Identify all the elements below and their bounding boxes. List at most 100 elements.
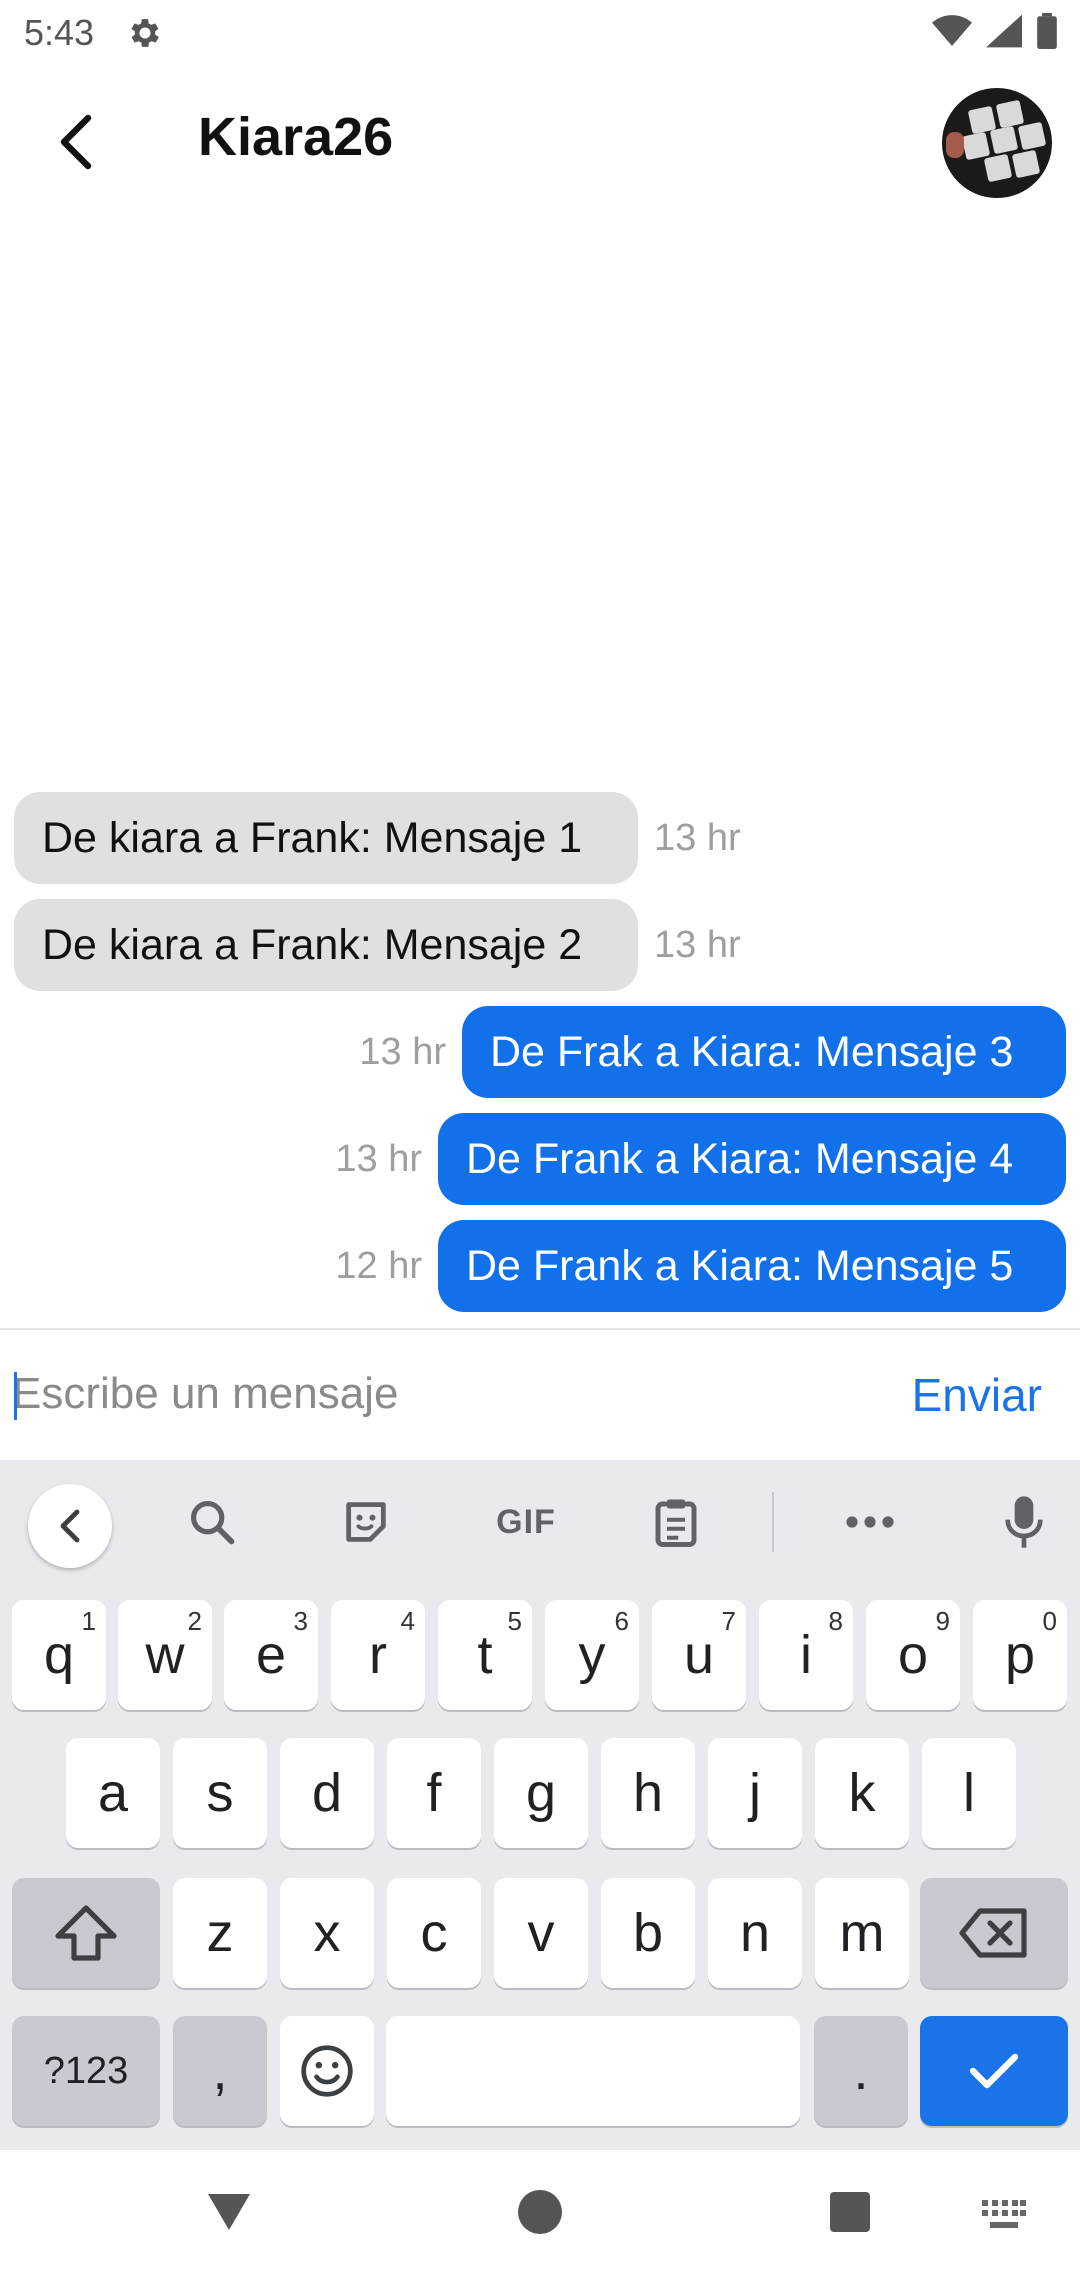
key-p[interactable]: p0 [973,1600,1067,1710]
gif-button[interactable]: GIF [486,1490,566,1554]
shift-key[interactable] [12,1878,160,1988]
backspace-key[interactable] [920,1878,1068,1988]
square-recents-icon [830,2192,870,2232]
key-hint: 6 [614,1606,629,1636]
key-hint: 3 [293,1606,308,1636]
symbols-key[interactable]: ?123 [12,2016,160,2126]
key-b[interactable]: b [601,1878,695,1988]
toolbar-collapse-button[interactable] [28,1484,112,1568]
back-arrow-icon [60,114,92,170]
message-input[interactable] [12,1358,872,1430]
voice-input-button[interactable] [992,1490,1056,1554]
period-key[interactable]: . [814,2016,908,2126]
clipboard-icon [655,1499,697,1547]
message-bubble[interactable]: De Frank a Kiara: Mensaje 5 [438,1220,1066,1312]
key-v[interactable]: v [494,1878,588,1988]
key-h[interactable]: h [601,1738,695,1848]
key-hint: 4 [400,1606,415,1636]
more-horizontal-icon [846,1516,894,1528]
key-label: t [477,1625,493,1685]
shift-arrow-icon [55,1905,117,1961]
key-hint: 7 [721,1606,736,1636]
key-w[interactable]: w2 [118,1600,212,1710]
enter-key[interactable] [920,2016,1068,2126]
message-bubble[interactable]: De kiara a Frank: Mensaje 1 [14,792,638,884]
key-m[interactable]: m [815,1878,909,1988]
message-time: 13 hr [654,816,741,859]
chevron-left-icon [60,1509,80,1543]
key-label: w [145,1625,185,1685]
settings-gear-icon [126,14,164,52]
send-button[interactable]: Enviar [912,1368,1042,1422]
key-q[interactable]: q1 [12,1600,106,1710]
key-z[interactable]: z [173,1878,267,1988]
sticker-icon [346,1502,386,1542]
key-label: i [800,1625,812,1685]
message-row-outgoing: 12 hr De Frank a Kiara: Mensaje 5 [335,1220,1066,1312]
key-i[interactable]: i8 [759,1600,853,1710]
sticker-button[interactable] [334,1490,398,1554]
back-button[interactable] [40,106,112,178]
key-j[interactable]: j [708,1738,802,1848]
message-row-outgoing: 13 hr De Frak a Kiara: Mensaje 3 [359,1006,1066,1098]
search-icon [190,1500,235,1545]
key-x[interactable]: x [280,1878,374,1988]
more-options-button[interactable] [838,1490,902,1554]
key-label: u [683,1625,715,1685]
key-r[interactable]: r4 [331,1600,425,1710]
keyboard-switch-button[interactable] [982,2200,1026,2230]
triangle-down-icon [208,2194,250,2230]
key-t[interactable]: t5 [438,1600,532,1710]
message-time: 13 hr [654,923,741,966]
key-d[interactable]: d [280,1738,374,1848]
key-f[interactable]: f [387,1738,481,1848]
contact-avatar[interactable] [942,88,1052,198]
key-g[interactable]: g [494,1738,588,1848]
text-cursor [14,1372,17,1420]
message-composer: Enviar [0,1328,1080,1460]
gif-label: GIF [496,1502,556,1541]
nav-home-button[interactable] [516,2188,564,2236]
nav-back-button[interactable] [204,2190,254,2234]
key-o[interactable]: o9 [866,1600,960,1710]
key-n[interactable]: n [708,1878,802,1988]
message-bubble[interactable]: De Frank a Kiara: Mensaje 4 [438,1113,1066,1205]
key-hint: 2 [187,1606,202,1636]
key-label: o [897,1625,929,1685]
wifi-icon [932,14,972,53]
message-bubble[interactable]: De kiara a Frank: Mensaje 2 [14,899,638,991]
message-time: 13 hr [359,1030,446,1073]
key-label: y [578,1625,606,1685]
key-label: e [255,1625,287,1685]
key-u[interactable]: u7 [652,1600,746,1710]
key-c[interactable]: c [387,1878,481,1988]
key-a[interactable]: a [66,1738,160,1848]
backspace-icon [959,1908,1027,1958]
key-k[interactable]: k [815,1738,909,1848]
message-row-outgoing: 13 hr De Frank a Kiara: Mensaje 4 [335,1113,1066,1205]
key-hint: 8 [828,1606,843,1636]
search-button[interactable] [180,1490,244,1554]
key-e[interactable]: e3 [224,1600,318,1710]
microphone-icon [1005,1496,1043,1548]
key-l[interactable]: l [922,1738,1016,1848]
key-hint: 9 [935,1606,950,1636]
status-time: 5:43 [24,12,95,53]
key-s[interactable]: s [173,1738,267,1848]
comma-key[interactable]: , [173,2016,267,2126]
message-bubble[interactable]: De Frak a Kiara: Mensaje 3 [462,1006,1066,1098]
key-label: p [1004,1625,1036,1685]
key-hint: 1 [81,1606,96,1636]
signal-icon [986,14,1022,53]
message-row-incoming: De kiara a Frank: Mensaje 1 13 hr [14,792,741,884]
system-nav-bar [0,2150,1080,2280]
emoji-icon [301,2045,353,2097]
emoji-key[interactable] [280,2016,374,2126]
message-list[interactable]: De kiara a Frank: Mensaje 1 13 hr De kia… [0,216,1080,1328]
nav-recents-button[interactable] [828,2190,872,2234]
key-y[interactable]: y6 [545,1600,639,1710]
clipboard-button[interactable] [644,1490,708,1554]
space-bar[interactable] [386,2016,800,2126]
message-row-incoming: De kiara a Frank: Mensaje 2 13 hr [14,899,741,991]
toolbar-divider [772,1492,774,1552]
